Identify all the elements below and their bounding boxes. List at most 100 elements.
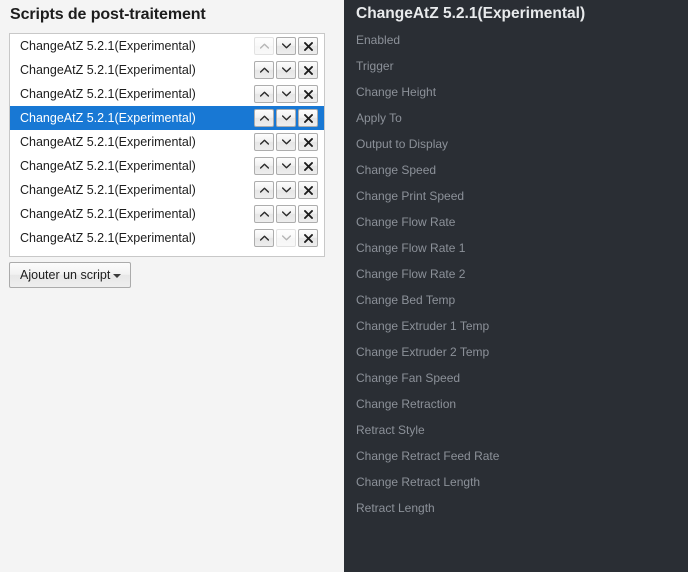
script-list-item[interactable]: ChangeAtZ 5.2.1(Experimental): [10, 82, 324, 106]
chevron-up-icon: [259, 91, 269, 97]
close-icon: [303, 209, 313, 219]
close-icon: [303, 137, 313, 147]
script-list[interactable]: ChangeAtZ 5.2.1(Experimental) ChangeAtZ 5…: [9, 33, 325, 257]
chevron-up-icon: [259, 187, 269, 193]
script-list-panel: Scripts de post-traitement ChangeAtZ 5.2…: [0, 0, 344, 572]
chevron-down-icon: [281, 139, 291, 145]
chevron-up-icon: [259, 211, 269, 217]
setting-label: Change Flow Rate: [356, 215, 456, 229]
move-script-up-button[interactable]: [254, 85, 274, 103]
script-item-actions: [254, 109, 324, 127]
chevron-down-icon: [281, 187, 291, 193]
setting-row: Change Flow Rate 1: [344, 235, 688, 261]
remove-script-button[interactable]: [298, 133, 318, 151]
chevron-down-icon: [281, 211, 291, 217]
setting-row: Change Extruder 1 Temp: [344, 313, 688, 339]
setting-row: Change Extruder 2 Temp: [344, 339, 688, 365]
move-script-down-button[interactable]: [276, 181, 296, 199]
setting-row: Change Retraction: [344, 391, 688, 417]
move-script-up-button[interactable]: [254, 229, 274, 247]
script-list-item[interactable]: ChangeAtZ 5.2.1(Experimental): [10, 34, 324, 58]
chevron-up-icon: [259, 163, 269, 169]
move-script-up-button[interactable]: [254, 205, 274, 223]
settings-title: ChangeAtZ 5.2.1(Experimental): [356, 5, 586, 22]
setting-label: Change Speed: [356, 163, 437, 177]
setting-row: Change Bed Temp: [344, 287, 688, 313]
script-item-label: ChangeAtZ 5.2.1(Experimental): [20, 207, 196, 221]
chevron-up-icon: [259, 67, 269, 73]
setting-label: Apply To: [356, 111, 402, 125]
script-list-item[interactable]: ChangeAtZ 5.2.1(Experimental): [10, 106, 324, 130]
remove-script-button[interactable]: [298, 157, 318, 175]
remove-script-button[interactable]: [298, 181, 318, 199]
chevron-down-icon: [281, 91, 291, 97]
chevron-up-icon: [259, 235, 269, 241]
move-script-up-button[interactable]: [254, 133, 274, 151]
move-script-down-button[interactable]: [276, 61, 296, 79]
script-item-label: ChangeAtZ 5.2.1(Experimental): [20, 183, 196, 197]
move-script-up-button[interactable]: [254, 157, 274, 175]
script-item-actions: [254, 229, 324, 247]
script-list-item[interactable]: ChangeAtZ 5.2.1(Experimental): [10, 202, 324, 226]
setting-row: Retract Length3.2mm: [344, 495, 688, 521]
script-item-actions: [254, 61, 324, 79]
close-icon: [303, 113, 313, 123]
remove-script-button[interactable]: [298, 37, 318, 55]
chevron-down-icon: [113, 268, 122, 282]
script-item-label: ChangeAtZ 5.2.1(Experimental): [20, 159, 196, 173]
chevron-down-icon: [281, 43, 291, 49]
setting-row: Change Speed: [344, 157, 688, 183]
move-script-down-button[interactable]: [276, 109, 296, 127]
setting-label: Change Bed Temp: [356, 293, 456, 307]
chevron-up-icon: [259, 139, 269, 145]
setting-row: Apply ToTarget Layer + Su...: [344, 105, 688, 131]
close-icon: [303, 185, 313, 195]
move-script-up-button[interactable]: [254, 61, 274, 79]
setting-label: Output to Display: [356, 137, 449, 151]
setting-label: Change Retract Length: [356, 475, 481, 489]
script-item-label: ChangeAtZ 5.2.1(Experimental): [20, 39, 196, 53]
remove-script-button[interactable]: [298, 109, 318, 127]
setting-row: TriggerHeight: [344, 53, 688, 79]
setting-label: Trigger: [356, 59, 394, 73]
setting-row: Retract StyleLinear Move: [344, 417, 688, 443]
setting-label: Retract Length: [356, 501, 435, 515]
add-script-button[interactable]: Ajouter un script: [9, 262, 132, 288]
script-list-item[interactable]: ChangeAtZ 5.2.1(Experimental): [10, 130, 324, 154]
script-list-item[interactable]: ChangeAtZ 5.2.1(Experimental): [10, 226, 324, 250]
script-item-actions: [254, 133, 324, 151]
remove-script-button[interactable]: [298, 61, 318, 79]
chevron-down-icon: [281, 235, 291, 241]
script-item-actions: [254, 181, 324, 199]
setting-row: Change Print Speed: [344, 183, 688, 209]
script-list-item[interactable]: ChangeAtZ 5.2.1(Experimental): [10, 58, 324, 82]
setting-label: Change Retract Feed Rate: [356, 449, 500, 463]
setting-row: Change Retract Length: [344, 469, 688, 495]
move-script-up-button[interactable]: [254, 181, 274, 199]
remove-script-button[interactable]: [298, 229, 318, 247]
remove-script-button[interactable]: [298, 85, 318, 103]
remove-script-button[interactable]: [298, 205, 318, 223]
script-list-item[interactable]: ChangeAtZ 5.2.1(Experimental): [10, 178, 324, 202]
move-script-down-button[interactable]: [276, 85, 296, 103]
move-script-down-button[interactable]: [276, 205, 296, 223]
setting-row: Change Fan Speed: [344, 365, 688, 391]
move-script-up-button[interactable]: [254, 109, 274, 127]
setting-row: Change Retract Feed Rate: [344, 443, 688, 469]
script-item-label: ChangeAtZ 5.2.1(Experimental): [20, 231, 196, 245]
move-script-down-button[interactable]: [276, 133, 296, 151]
script-settings-panel: ChangeAtZ 5.2.1(Experimental) Enabled Tri…: [344, 0, 688, 572]
post-processing-dialog: Scripts de post-traitement ChangeAtZ 5.2…: [0, 0, 688, 572]
move-script-down-button[interactable]: [276, 157, 296, 175]
setting-label: Change Print Speed: [356, 189, 465, 203]
script-item-actions: [254, 85, 324, 103]
chevron-down-icon: [281, 115, 291, 121]
move-script-down-button[interactable]: [276, 37, 296, 55]
move-script-up-button: [254, 37, 274, 55]
close-icon: [303, 89, 313, 99]
setting-label: Retract Style: [356, 423, 425, 437]
script-item-label: ChangeAtZ 5.2.1(Experimental): [20, 63, 196, 77]
setting-label: Change Flow Rate 2: [356, 267, 466, 281]
script-list-item[interactable]: ChangeAtZ 5.2.1(Experimental): [10, 154, 324, 178]
setting-label: Enabled: [356, 33, 401, 47]
